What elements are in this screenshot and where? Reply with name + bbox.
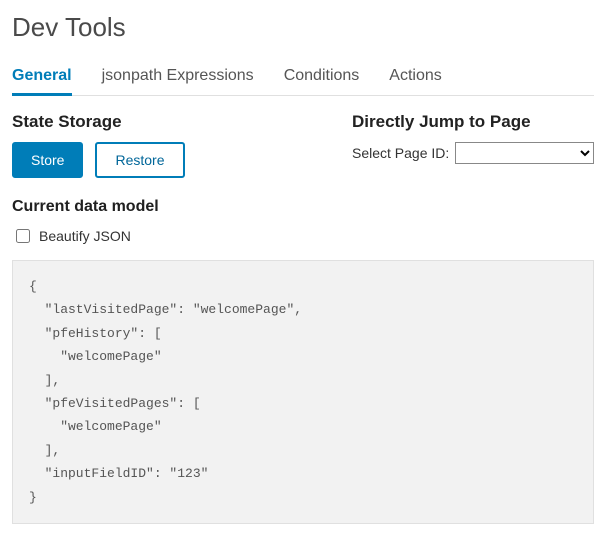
current-data-model-heading: Current data model: [12, 198, 594, 216]
tab-jsonpath-expressions[interactable]: jsonpath Expressions: [102, 61, 254, 95]
tab-general[interactable]: General: [12, 61, 72, 95]
beautify-json-label: Beautify JSON: [39, 228, 131, 244]
select-page-id-label: Select Page ID:: [352, 145, 449, 161]
select-page-id-dropdown[interactable]: [455, 142, 594, 164]
page-title: Dev Tools: [12, 12, 594, 43]
tab-actions[interactable]: Actions: [389, 61, 441, 95]
jump-heading: Directly Jump to Page: [352, 112, 594, 132]
store-button[interactable]: Store: [12, 142, 83, 178]
data-model-json: { "lastVisitedPage": "welcomePage", "pfe…: [12, 260, 594, 524]
beautify-json-checkbox[interactable]: [16, 229, 30, 243]
tab-bar: General jsonpath Expressions Conditions …: [12, 61, 594, 96]
tab-conditions[interactable]: Conditions: [284, 61, 360, 95]
restore-button[interactable]: Restore: [95, 142, 184, 178]
beautify-json-row[interactable]: Beautify JSON: [12, 226, 594, 246]
state-storage-heading: State Storage: [12, 112, 332, 132]
